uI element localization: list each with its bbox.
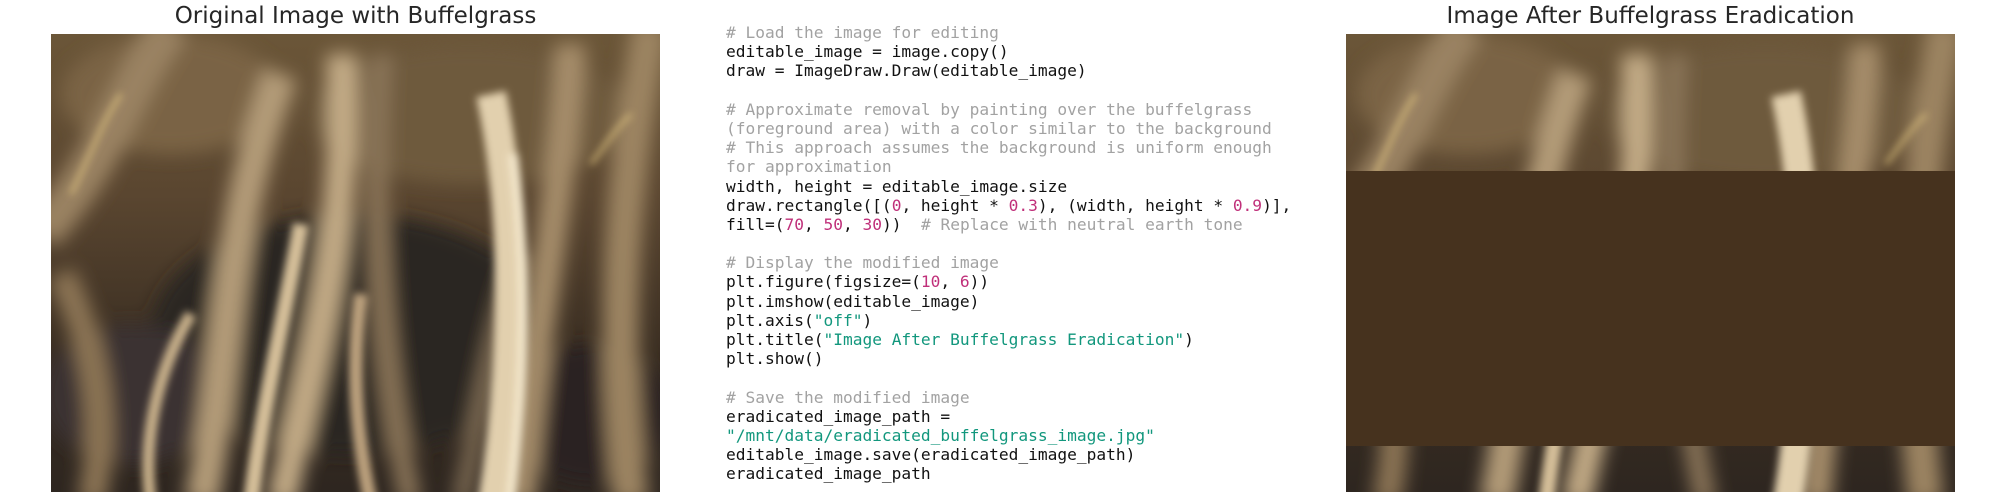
code-text: eradicated_image_path = <box>726 406 951 426</box>
code-comment: # Replace with neutral earth tone <box>920 214 1243 234</box>
original-image-title: Original Image with Buffelgrass <box>174 3 537 29</box>
code-line: plt.figure(figsize=(10, 6)) <box>726 272 1346 291</box>
code-number: 10 <box>920 272 941 292</box>
code-text: ) <box>862 310 873 330</box>
code-cell: # Load the image for editing editable_ima… <box>726 23 1346 484</box>
code-text: , height * <box>901 195 1009 215</box>
code-line: # Approximate removal by painting over t… <box>726 100 1346 119</box>
code-text: plt.figure(figsize=( <box>726 272 921 292</box>
code-number: 0.3 <box>1008 195 1038 215</box>
code-comment: # Save the modified image <box>726 387 970 407</box>
code-number: 6 <box>959 272 970 292</box>
code-text: ), (width, height * <box>1037 195 1233 215</box>
eradicated-image-title: Image After Buffelgrass Eradication <box>1446 3 1855 29</box>
code-number: 0 <box>891 195 902 215</box>
earth-tone-fill-rectangle <box>1346 171 1955 447</box>
code-text: , <box>803 214 824 234</box>
code-line: # Save the modified image <box>726 388 1346 407</box>
code-comment: # Approximate removal by painting over t… <box>726 99 1253 119</box>
code-line: editable_image.save(eradicated_image_pat… <box>726 445 1346 464</box>
code-line: # Load the image for editing <box>726 23 1346 42</box>
code-line: plt.imshow(editable_image) <box>726 292 1346 311</box>
code-comment: (foreground area) with a color similar t… <box>726 118 1272 138</box>
original-buffelgrass-photo <box>51 34 660 492</box>
code-text: )], <box>1262 195 1292 215</box>
code-line: # This approach assumes the background i… <box>726 138 1346 157</box>
code-text: editable_image.save(eradicated_image_pat… <box>726 445 1136 465</box>
code-line: width, height = editable_image.size <box>726 177 1346 196</box>
code-text: draw = ImageDraw.Draw(editable_image) <box>726 61 1087 81</box>
code-line: for approximation <box>726 157 1346 176</box>
code-comment: # Display the modified image <box>726 253 999 273</box>
code-text: plt.imshow(editable_image) <box>726 291 980 311</box>
code-line: draw.rectangle([(0, height * 0.3), (widt… <box>726 196 1346 215</box>
code-text: , <box>940 272 960 292</box>
code-text: plt.show() <box>726 349 824 369</box>
code-text: plt.axis( <box>726 310 814 330</box>
code-number: 70 <box>784 214 804 234</box>
code-line: eradicated_image_path <box>726 464 1346 483</box>
code-text: , <box>842 214 863 234</box>
code-string: "off" <box>813 310 863 330</box>
code-comment: # This approach assumes the background i… <box>726 138 1272 158</box>
code-string: "Image After Buffelgrass Eradication" <box>823 330 1185 349</box>
code-line: (foreground area) with a color similar t… <box>726 119 1346 138</box>
code-text: editable_image = image.copy() <box>726 42 1009 62</box>
code-number: 50 <box>823 214 843 234</box>
code-line: fill=(70, 50, 30)) # Replace with neutra… <box>726 215 1346 234</box>
code-text: width, height = editable_image.size <box>726 176 1068 196</box>
code-line: plt.show() <box>726 349 1346 368</box>
code-string: "/mnt/data/eradicated_buffelgrass_image.… <box>726 425 1155 445</box>
code-line: eradicated_image_path = <box>726 407 1346 426</box>
code-line: "/mnt/data/eradicated_buffelgrass_image.… <box>726 426 1346 445</box>
code-line: plt.title("Image After Buffelgrass Eradi… <box>726 330 1346 349</box>
eradicated-buffelgrass-photo <box>1346 34 1955 492</box>
code-text: plt.title( <box>726 330 824 349</box>
code-number: 0.9 <box>1232 195 1263 215</box>
code-text: )) <box>881 214 921 234</box>
code-line: plt.axis("off") <box>726 311 1346 330</box>
code-text: eradicated_image_path <box>726 464 931 484</box>
code-line: draw = ImageDraw.Draw(editable_image) <box>726 61 1346 80</box>
code-text: ) <box>1184 330 1194 349</box>
code-comment: for approximation <box>726 157 892 177</box>
code-line: editable_image = image.copy() <box>726 42 1346 61</box>
code-number: 30 <box>862 214 882 234</box>
code-line: # Display the modified image <box>726 253 1346 272</box>
code-comment: # Load the image for editing <box>726 23 999 42</box>
code-text: draw.rectangle([( <box>726 195 892 215</box>
code-text: )) <box>969 272 990 292</box>
code-text: fill=( <box>726 214 785 234</box>
